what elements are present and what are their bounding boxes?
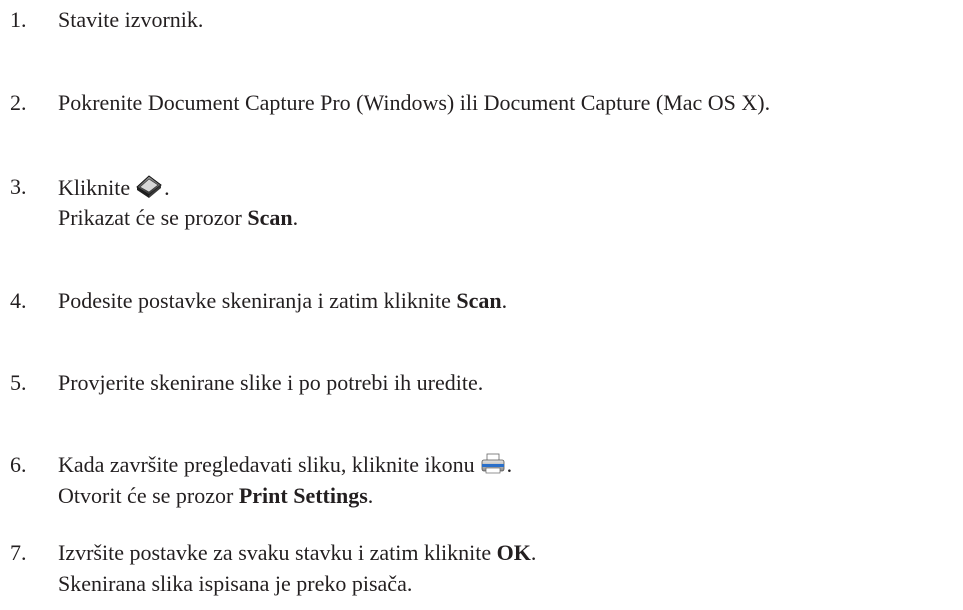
step-number: 6. bbox=[10, 452, 27, 477]
step-6-result: Otvorit će se prozor Print Settings. bbox=[58, 482, 373, 510]
step-text: Kliknite . bbox=[58, 173, 170, 202]
step-3-result: Prikazat će se prozor Scan. bbox=[58, 204, 298, 232]
result-text: Otvorit će se prozor bbox=[58, 483, 239, 508]
step-text: Izvršite postavke za svaku stavku i zati… bbox=[58, 539, 536, 567]
step-text-after: . bbox=[530, 540, 537, 565]
step-number: 3. bbox=[10, 174, 27, 199]
step-text-after: . bbox=[506, 452, 513, 477]
result-text-after: . bbox=[292, 205, 299, 230]
step-text-before: Kliknite bbox=[58, 175, 131, 200]
step-7-result: Skenirana slika ispisana je preko pisača… bbox=[58, 571, 413, 596]
step-bold-text: Scan bbox=[456, 288, 502, 313]
step-bold-text: OK bbox=[496, 540, 531, 565]
result-bold-text: Scan bbox=[247, 205, 293, 230]
step-number: 5. bbox=[10, 370, 27, 395]
scan-icon bbox=[134, 173, 164, 199]
step-number: 4. bbox=[10, 288, 27, 313]
step-text: Stavite izvornik. bbox=[58, 7, 204, 32]
step-number: 2. bbox=[10, 90, 27, 115]
step-text: Kada završite pregledavati sliku, klikni… bbox=[58, 451, 512, 479]
step-text: Pokrenite Document Capture Pro (Windows)… bbox=[58, 90, 771, 115]
step-number: 7. bbox=[10, 540, 27, 565]
print-icon bbox=[479, 452, 507, 476]
step-number: 1. bbox=[10, 7, 27, 32]
step-text-before: Podesite postavke skeniranja i zatim kli… bbox=[58, 288, 457, 313]
step-text: Provjerite skenirane slike i po potrebi … bbox=[58, 370, 484, 395]
step-text-before: Kada završite pregledavati sliku, klikni… bbox=[58, 452, 475, 477]
result-bold-text: Print Settings bbox=[238, 483, 368, 508]
step-text: Podesite postavke skeniranja i zatim kli… bbox=[58, 287, 507, 315]
result-text: Prikazat će se prozor bbox=[58, 205, 248, 230]
step-text-after: . bbox=[164, 175, 170, 200]
step-text-after: . bbox=[501, 288, 508, 313]
step-text-before: Izvršite postavke za svaku stavku i zati… bbox=[58, 540, 497, 565]
result-text-after: . bbox=[367, 483, 374, 508]
